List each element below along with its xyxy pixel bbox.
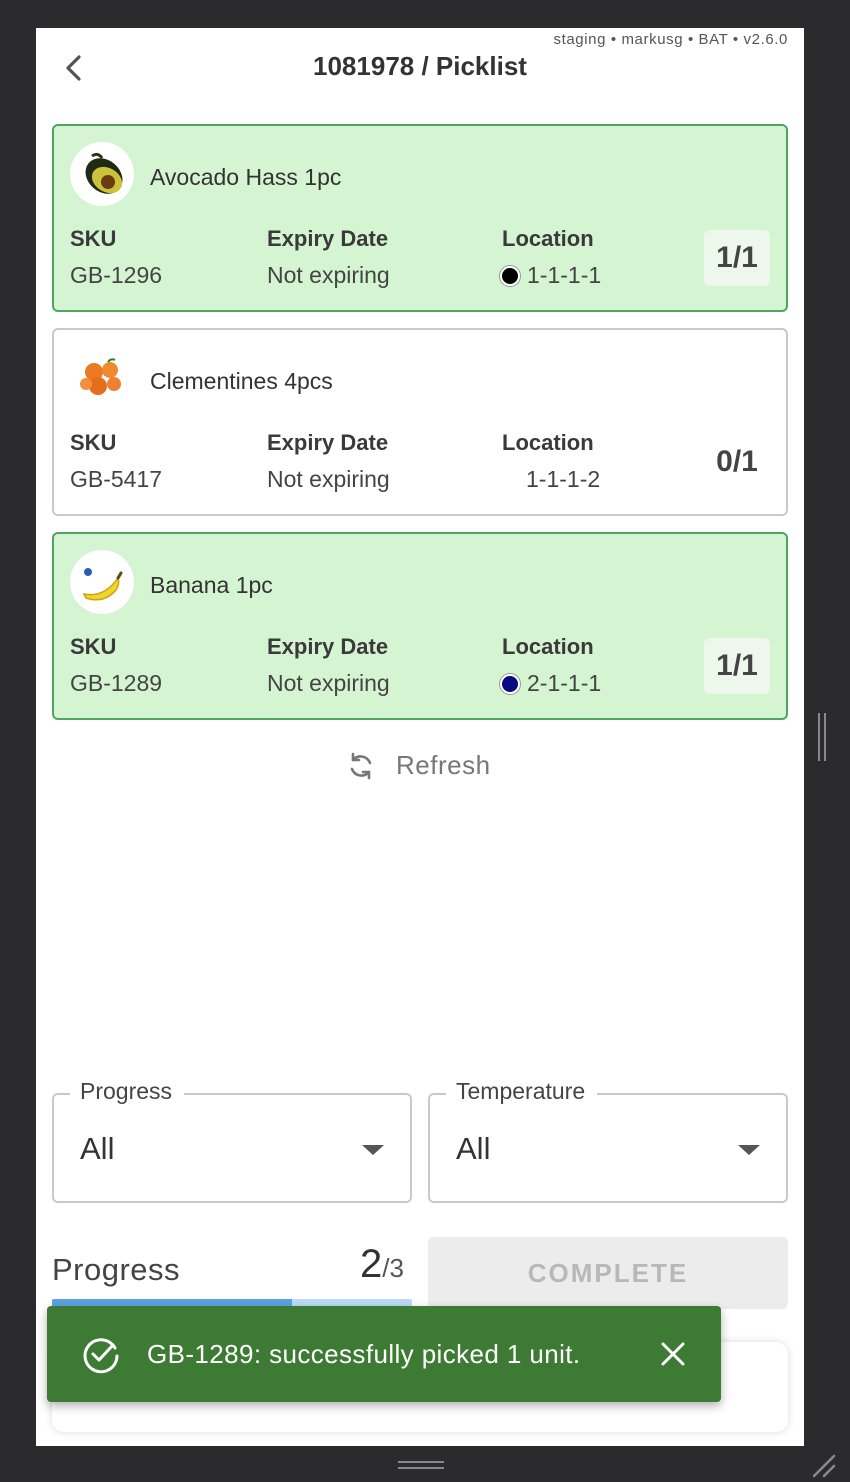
location-color-dot (500, 673, 520, 694)
location-code: 1-1-1-1 (527, 262, 602, 288)
avocado-icon (85, 152, 123, 194)
progress-filter-select[interactable]: Progress All (52, 1078, 412, 1203)
complete-button[interactable]: COMPLETE (428, 1237, 788, 1309)
progress-total: /3 (382, 1253, 404, 1283)
refresh-label: Refresh (396, 750, 491, 780)
side-resize-handle[interactable] (817, 713, 827, 761)
progress-filter-label: Progress (70, 1078, 185, 1105)
location-label: Location (502, 226, 594, 251)
close-toast-button[interactable] (659, 1340, 687, 1368)
bottom-resize-handle[interactable] (398, 1460, 444, 1470)
temperature-filter-select[interactable]: Temperature All (428, 1078, 788, 1203)
sku-value: GB-1289 (70, 670, 163, 696)
pick-item-card[interactable]: Banana 1pc SKU Expiry Date Location GB-1… (52, 532, 788, 720)
expiry-label: Expiry Date (267, 634, 389, 659)
refresh-button[interactable]: Refresh (346, 750, 491, 781)
progress-filter-value: All (80, 1131, 115, 1166)
location-code: 2-1-1-1 (527, 670, 602, 696)
page-title: 1081978 / Picklist (313, 51, 527, 81)
sku-label: SKU (70, 634, 117, 659)
temperature-filter-label: Temperature (446, 1078, 598, 1105)
sku-value: GB-1296 (70, 262, 163, 288)
expiry-label: Expiry Date (267, 430, 389, 455)
banana-icon (82, 568, 123, 601)
progress-label: Progress (52, 1252, 181, 1287)
window-resize-grip-icon[interactable] (810, 1452, 836, 1478)
sku-label: SKU (70, 430, 117, 455)
product-name: Avocado Hass 1pc (150, 164, 342, 190)
location-color-dot (500, 265, 520, 286)
location-label: Location (502, 634, 594, 659)
pick-count: 1/1 (704, 638, 770, 694)
expiry-value: Not expiring (267, 262, 390, 288)
location-value: 1-1-1-1 (500, 262, 601, 289)
dropdown-arrow-icon (738, 1145, 760, 1155)
location-code: 1-1-1-2 (526, 466, 601, 492)
pick-count: 1/1 (704, 230, 770, 286)
check-circle-icon (81, 1334, 121, 1374)
close-icon (661, 1342, 685, 1366)
toast-message: GB-1289: successfully picked 1 unit. (147, 1338, 581, 1369)
location-value: 1-1-1-2 (526, 466, 600, 493)
app-screen: staging • markusg • BAT • v2.6.0 1081978… (36, 28, 804, 1446)
pick-count: 0/1 (716, 445, 758, 478)
environment-label: staging • markusg • BAT • v2.6.0 (553, 31, 788, 48)
pick-item-card[interactable]: Avocado Hass 1pc SKU Expiry Date Locatio… (52, 124, 788, 312)
expiry-value: Not expiring (267, 670, 390, 696)
sku-label: SKU (70, 226, 117, 251)
sku-value: GB-5417 (70, 466, 163, 492)
location-value: 2-1-1-1 (500, 670, 601, 697)
product-image (70, 550, 134, 614)
refresh-icon (350, 752, 372, 779)
product-image (70, 142, 134, 206)
location-label: Location (502, 430, 594, 455)
app-window-frame: staging • markusg • BAT • v2.6.0 1081978… (0, 0, 850, 1482)
success-toast: GB-1289: successfully picked 1 unit. (47, 1306, 721, 1402)
product-name: Clementines 4pcs (150, 368, 333, 394)
progress-count: 2/3 (360, 1242, 404, 1287)
expiry-label: Expiry Date (267, 226, 389, 251)
product-name: Banana 1pc (150, 572, 273, 598)
progress-done: 2 (360, 1242, 383, 1286)
clementines-icon (80, 358, 121, 395)
expiry-value: Not expiring (267, 466, 390, 492)
product-image (70, 346, 134, 410)
temperature-filter-value: All (456, 1131, 491, 1166)
dropdown-arrow-icon (362, 1145, 384, 1155)
pick-item-card[interactable]: Clementines 4pcs SKU Expiry Date Locatio… (52, 328, 788, 516)
